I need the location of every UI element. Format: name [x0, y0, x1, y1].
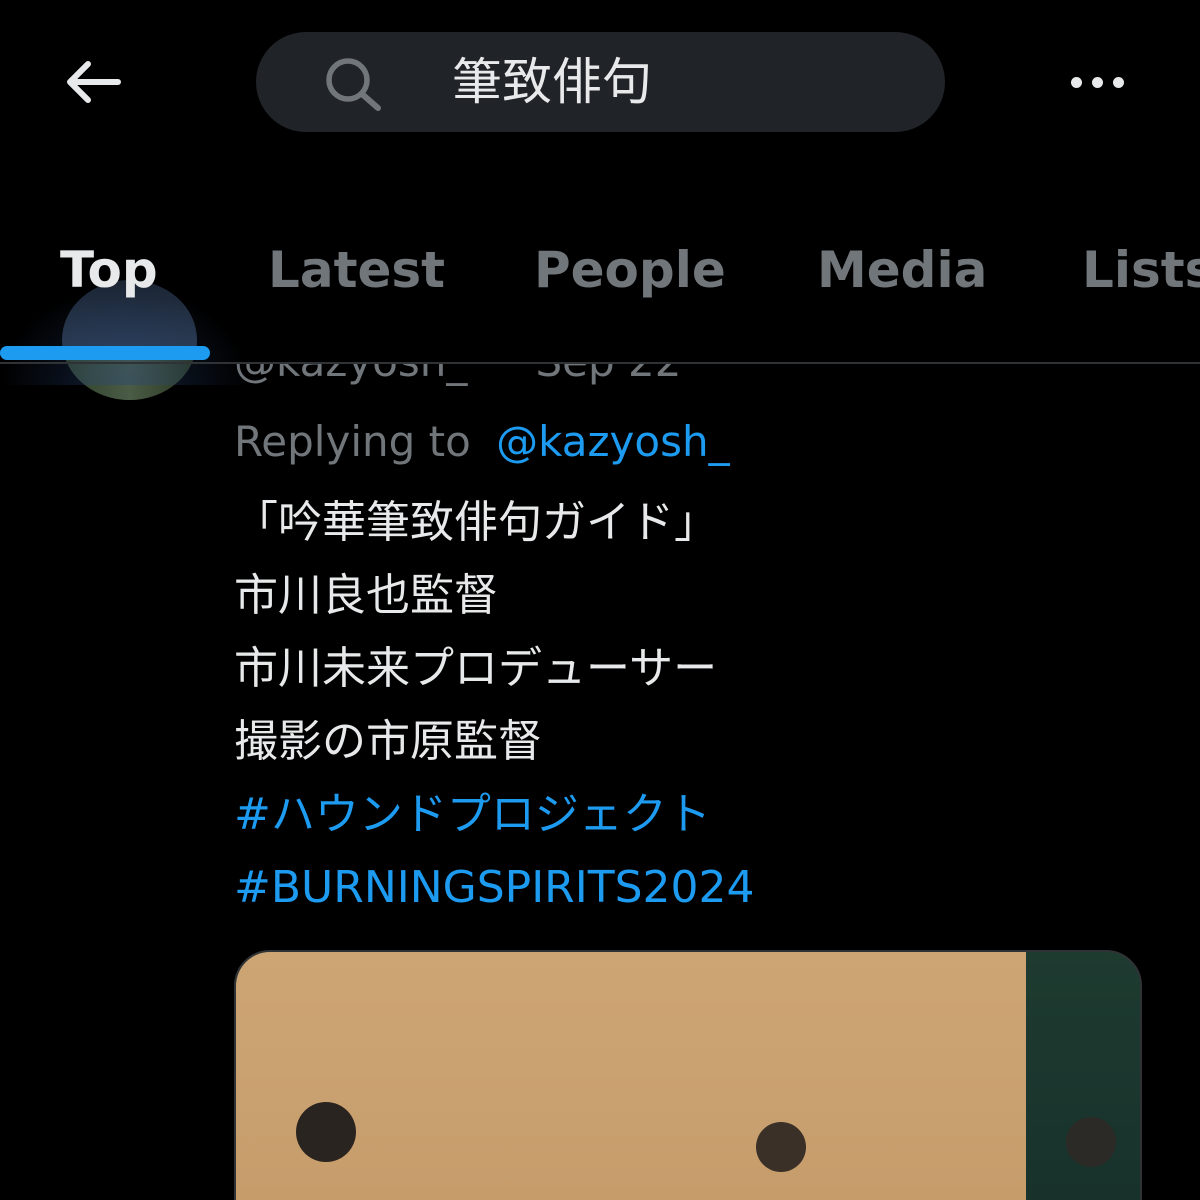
tab-top[interactable]: Top	[60, 235, 158, 305]
back-button[interactable]	[58, 50, 128, 114]
more-horizontal-icon	[1091, 76, 1103, 88]
more-horizontal-icon	[1070, 76, 1082, 88]
replying-to: Replying to @kazyosh_	[234, 412, 730, 472]
tab-lists[interactable]: Lists	[1082, 235, 1200, 305]
replying-to-label: Replying to	[234, 417, 471, 466]
arrow-left-icon	[67, 61, 121, 103]
meta-separator: ·	[495, 364, 508, 386]
hashtag-link[interactable]: #BURNINGSPIRITS2024	[234, 851, 1154, 924]
more-horizontal-icon	[1112, 76, 1124, 88]
more-options-button[interactable]	[1062, 60, 1132, 104]
media-photo-backdrop	[236, 952, 1026, 1200]
tweet-text: 「吟華筆致俳句ガイド」 市川良也監督 市川未来プロデューサー 撮影の市原監督 #…	[234, 486, 1154, 924]
tweet[interactable]: @kazyosh_ · Sep 22 Replying to @kazyosh_…	[0, 364, 1200, 1200]
search-icon	[322, 56, 386, 112]
tabs-divider	[0, 362, 1200, 364]
tweet-line: 市川未来プロデューサー	[234, 643, 718, 694]
hashtag-link[interactable]: #ハウンドプロジェクト	[234, 778, 1154, 851]
tab-media[interactable]: Media	[817, 235, 987, 305]
search-tabs: Top Latest People Media Lists	[0, 205, 1200, 385]
tab-people[interactable]: People	[534, 235, 726, 305]
tab-latest[interactable]: Latest	[268, 235, 445, 305]
tweet-date[interactable]: Sep 22	[536, 364, 682, 386]
tweet-line: 「吟華筆致俳句ガイド」	[234, 497, 718, 548]
tweet-handle[interactable]: @kazyosh_	[234, 364, 467, 386]
tweet-line: 市川良也監督	[234, 570, 498, 621]
search-query[interactable]: 筆致俳句	[452, 46, 652, 118]
media-photo-person	[756, 1122, 806, 1172]
replying-to-handle[interactable]: @kazyosh_	[496, 417, 729, 466]
tweet-line: 撮影の市原監督	[234, 716, 542, 767]
media-photo-person	[1066, 1117, 1116, 1167]
active-tab-indicator	[0, 346, 210, 360]
tweet-media[interactable]	[234, 950, 1142, 1200]
tweet-meta: @kazyosh_ · Sep 22	[234, 364, 681, 392]
search-results-screen: @kazyosh_ · Sep 22 Replying to @kazyosh_…	[0, 0, 1200, 1200]
media-photo-person	[296, 1102, 356, 1162]
